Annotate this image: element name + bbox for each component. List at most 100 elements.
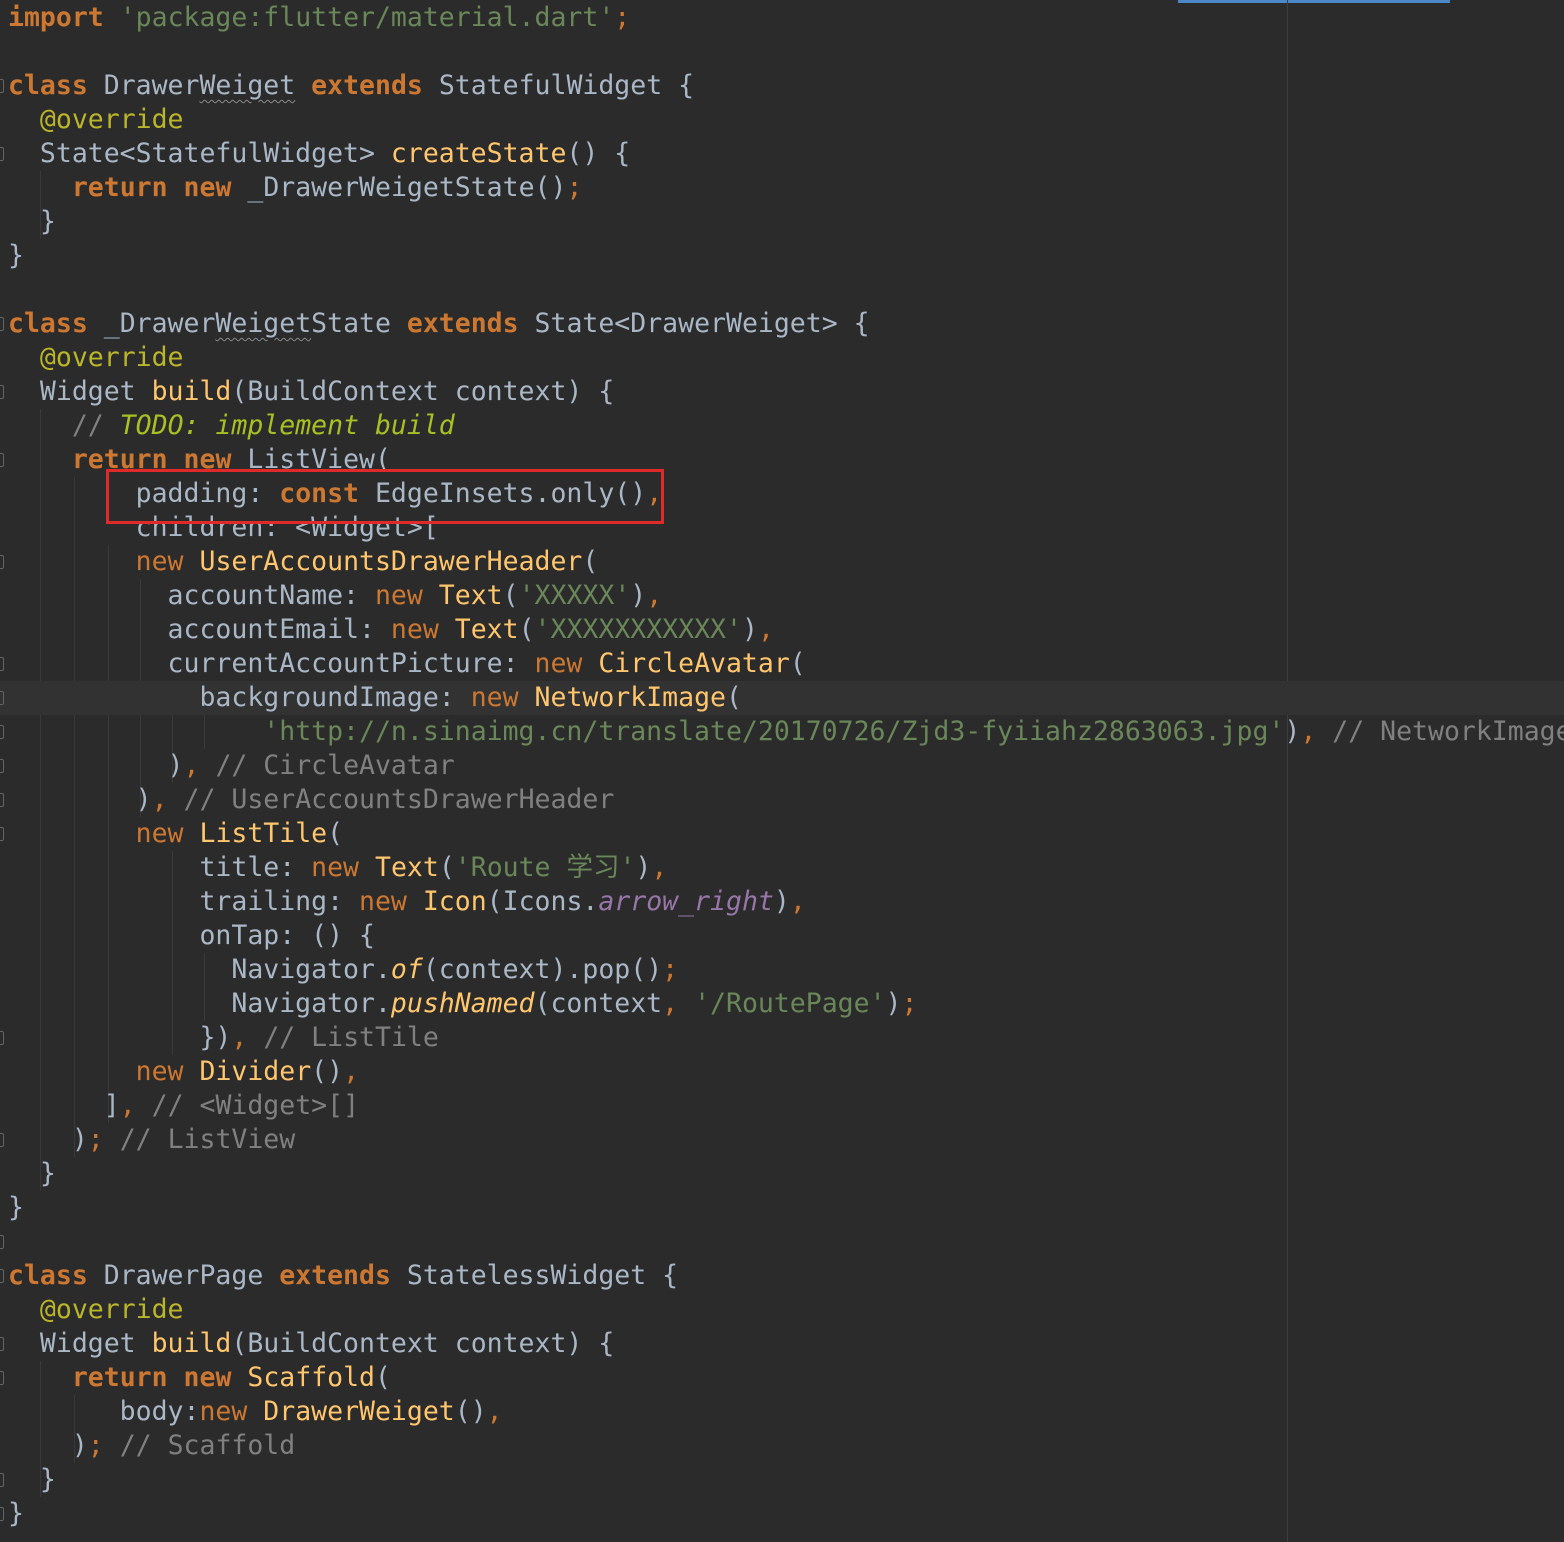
- fold-marker-icon[interactable]: [0, 1235, 4, 1249]
- code-token: @override: [39, 342, 184, 373]
- code-line[interactable]: @override: [0, 1293, 1564, 1327]
- code-token: backgroundImage:: [8, 682, 471, 713]
- code-text: onTap: () {: [8, 919, 375, 953]
- code-line[interactable]: Navigator.of(context).pop();: [0, 953, 1564, 987]
- fold-marker-icon[interactable]: [0, 1371, 4, 1385]
- fold-marker-icon[interactable]: [0, 793, 4, 807]
- code-line[interactable]: Navigator.pushNamed(context, '/RoutePage…: [0, 987, 1564, 1021]
- code-line[interactable]: title: new Text('Route 学习'),: [0, 851, 1564, 885]
- code-line[interactable]: new Divider(),: [0, 1055, 1564, 1089]
- code-line[interactable]: class DrawerPage extends StatelessWidget…: [0, 1259, 1564, 1293]
- code-line[interactable]: }: [0, 1191, 1564, 1225]
- fold-marker-icon[interactable]: [0, 1133, 4, 1147]
- fold-marker-icon[interactable]: [0, 759, 4, 773]
- fold-marker-icon[interactable]: [0, 1473, 4, 1487]
- code-line[interactable]: State<StatefulWidget> createState() {: [0, 137, 1564, 171]
- code-text: accountName: new Text('XXXXX'),: [8, 579, 663, 613]
- code-line[interactable]: // TODO: implement build: [0, 409, 1564, 443]
- code-text: class DrawerWeiget extends StatefulWidge…: [8, 69, 694, 103]
- code-line[interactable]: @override: [0, 103, 1564, 137]
- code-token: currentAccountPicture:: [8, 648, 535, 679]
- code-token: accountName:: [8, 580, 375, 611]
- code-line[interactable]: accountName: new Text('XXXXX'),: [0, 579, 1564, 613]
- code-line[interactable]: @override: [0, 341, 1564, 375]
- code-token: Text: [454, 614, 519, 645]
- code-token: (BuildContext context) {: [231, 376, 615, 407]
- code-token: ,: [343, 1056, 360, 1087]
- code-line[interactable]: import 'package:flutter/material.dart';: [0, 1, 1564, 35]
- code-line[interactable]: return new Scaffold(: [0, 1361, 1564, 1395]
- code-line[interactable]: new UserAccountsDrawerHeader(: [0, 545, 1564, 579]
- code-token: }: [8, 1498, 24, 1529]
- code-line[interactable]: }: [0, 1497, 1564, 1531]
- code-line[interactable]: [0, 1225, 1564, 1259]
- code-line[interactable]: new ListTile(: [0, 817, 1564, 851]
- code-token: new: [374, 580, 423, 611]
- code-line[interactable]: onTap: () {: [0, 919, 1564, 953]
- code-token: ,: [151, 784, 168, 815]
- code-line[interactable]: accountEmail: new Text('XXXXXXXXXXX'),: [0, 613, 1564, 647]
- code-line[interactable]: 'http://n.sinaimg.cn/translate/20170726/…: [0, 715, 1564, 749]
- code-line[interactable]: [0, 35, 1564, 69]
- code-token: 'http://n.sinaimg.cn/translate/20170726/…: [263, 716, 1285, 747]
- fold-marker-icon[interactable]: [0, 453, 4, 467]
- fold-marker-icon[interactable]: [0, 691, 4, 705]
- code-token: Weiget: [199, 70, 296, 101]
- fold-marker-icon[interactable]: [0, 657, 4, 671]
- fold-marker-icon[interactable]: [0, 1269, 4, 1283]
- code-line[interactable]: Widget build(BuildContext context) {: [0, 375, 1564, 409]
- code-line[interactable]: class _DrawerWeigetState extends State<D…: [0, 307, 1564, 341]
- code-line[interactable]: backgroundImage: new NetworkImage(: [0, 681, 1564, 715]
- code-line[interactable]: }: [0, 1157, 1564, 1191]
- code-line[interactable]: trailing: new Icon(Icons.arrow_right),: [0, 885, 1564, 919]
- code-line[interactable]: ), // CircleAvatar: [0, 749, 1564, 783]
- code-line[interactable]: [0, 273, 1564, 307]
- code-line[interactable]: ], // <Widget>[]: [0, 1089, 1564, 1123]
- code-line[interactable]: ); // ListView: [0, 1123, 1564, 1157]
- code-token: (: [518, 614, 535, 645]
- code-token: return: [71, 1362, 168, 1393]
- code-text: ], // <Widget>[]: [8, 1089, 359, 1123]
- fold-marker-icon[interactable]: [0, 827, 4, 841]
- code-line[interactable]: currentAccountPicture: new CircleAvatar(: [0, 647, 1564, 681]
- fold-marker-icon[interactable]: [0, 1031, 4, 1045]
- code-token: ;: [87, 1430, 104, 1461]
- fold-marker-icon[interactable]: [0, 317, 4, 331]
- fold-marker-icon[interactable]: [0, 79, 4, 93]
- code-token: ]: [8, 1090, 120, 1121]
- code-line[interactable]: Widget build(BuildContext context) {: [0, 1327, 1564, 1361]
- code-token: DrawerWeiget: [263, 1396, 455, 1427]
- code-line[interactable]: }: [0, 1463, 1564, 1497]
- code-token: new: [470, 682, 519, 713]
- fold-marker-icon[interactable]: [0, 385, 4, 399]
- code-line[interactable]: }: [0, 239, 1564, 273]
- fold-marker-icon[interactable]: [0, 555, 4, 569]
- fold-marker-icon[interactable]: [0, 147, 4, 161]
- code-line[interactable]: return new _DrawerWeigetState();: [0, 171, 1564, 205]
- code-token: (: [582, 546, 599, 577]
- code-text: new ListTile(: [8, 817, 343, 851]
- code-token: 'XXXXXXXXXXX': [534, 614, 742, 645]
- code-line[interactable]: }: [0, 205, 1564, 239]
- code-line[interactable]: ); // Scaffold: [0, 1429, 1564, 1463]
- code-editor[interactable]: import 'package:flutter/material.dart'; c…: [0, 0, 1564, 1542]
- fold-marker-icon[interactable]: [0, 1337, 4, 1351]
- code-line[interactable]: ), // UserAccountsDrawerHeader: [0, 783, 1564, 817]
- code-token: pushNamed: [390, 988, 535, 1019]
- code-line[interactable]: class DrawerWeiget extends StatefulWidge…: [0, 69, 1564, 103]
- code-token: (context).pop(): [422, 954, 663, 985]
- code-token: new: [311, 852, 360, 883]
- fold-marker-icon[interactable]: [0, 1507, 4, 1521]
- code-line[interactable]: }), // ListTile: [0, 1021, 1564, 1055]
- code-text: Widget build(BuildContext context) {: [8, 375, 614, 409]
- fold-marker-icon[interactable]: [0, 725, 4, 739]
- code-token: (: [327, 818, 344, 849]
- code-token: new: [183, 172, 232, 203]
- code-text: new UserAccountsDrawerHeader(: [8, 545, 599, 579]
- code-line[interactable]: body:new DrawerWeiget(),: [0, 1395, 1564, 1429]
